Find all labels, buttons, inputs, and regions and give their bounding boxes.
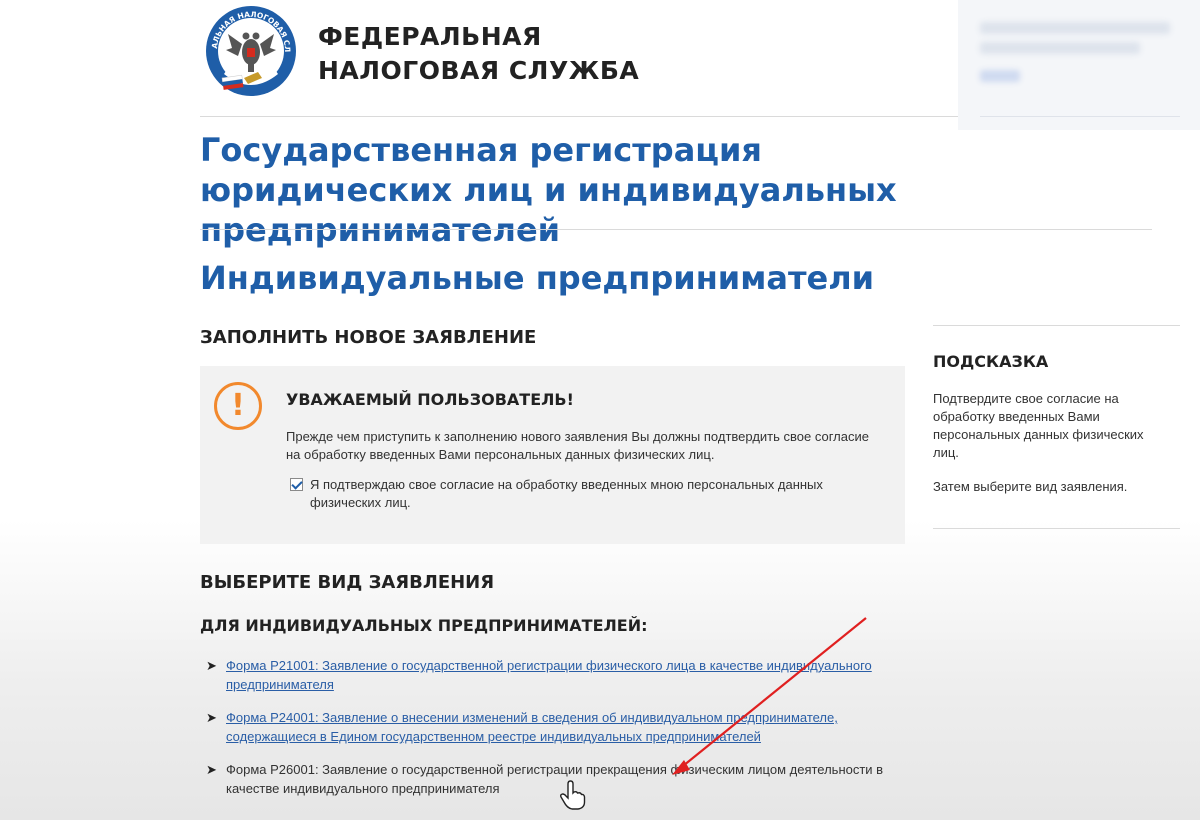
form-p21001-link[interactable]: Форма Р21001: Заявление о государственно… <box>226 658 872 692</box>
form-p26001-link[interactable]: Форма Р26001: Заявление о государственно… <box>226 762 883 796</box>
new-application-heading: ЗАПОЛНИТЬ НОВОЕ ЗАЯВЛЕНИЕ <box>200 327 537 348</box>
org-name-line1: ФЕДЕРАЛЬНАЯ <box>318 22 542 51</box>
list-item: ➤ Форма Р26001: Заявление о государствен… <box>206 760 906 798</box>
hand-pointer-icon <box>560 780 586 810</box>
blurred-side-panel <box>958 0 1200 130</box>
fns-emblem-icon: ФЕДЕРАЛЬНАЯ НАЛОГОВАЯ СЛУЖБА <box>199 0 296 96</box>
hint-panel: ПОДСКАЗКА Подтвердите свое согласие на о… <box>933 325 1180 529</box>
notice-title: УВАЖАЕМЫЙ ПОЛЬЗОВАТЕЛЬ! <box>286 390 574 409</box>
notice-text: Прежде чем приступить к заполнению новог… <box>286 429 869 462</box>
section-title: Индивидуальные предприниматели <box>200 259 875 297</box>
list-item: ➤ Форма Р21001: Заявление о государствен… <box>206 656 906 694</box>
application-form-list: ➤ Форма Р21001: Заявление о государствен… <box>206 656 906 812</box>
hint-title: ПОДСКАЗКА <box>933 352 1049 371</box>
consent-checkbox[interactable] <box>290 478 303 491</box>
hint-text: Подтвердите свое согласие на обработку в… <box>933 391 1144 460</box>
hint-text-next-step: Затем выберите вид заявления. <box>933 479 1128 494</box>
page-title: Государственная регистрация юридических … <box>200 131 897 249</box>
organization-name: ФЕДЕРАЛЬНАЯ НАЛОГОВАЯ СЛУЖБА <box>318 20 639 88</box>
fns-logo[interactable]: ФЕДЕРАЛЬНАЯ НАЛОГОВАЯ СЛУЖБА <box>199 0 298 98</box>
consent-checkbox-row[interactable]: Я подтверждаю свое согласие на обработку… <box>290 476 890 512</box>
header-divider <box>200 116 958 117</box>
choose-application-heading: ВЫБЕРИТЕ ВИД ЗАЯВЛЕНИЯ <box>200 572 495 593</box>
bullet-arrow-icon: ➤ <box>206 658 217 673</box>
consent-label[interactable]: Я подтверждаю свое согласие на обработку… <box>310 476 890 512</box>
form-p24001-link[interactable]: Форма Р24001: Заявление о внесении измен… <box>226 710 838 744</box>
consent-notice: ! УВАЖАЕМЫЙ ПОЛЬЗОВАТЕЛЬ! Прежде чем при… <box>200 366 905 544</box>
bullet-arrow-icon: ➤ <box>206 710 217 725</box>
bullet-arrow-icon: ➤ <box>206 762 217 777</box>
org-name-line2: НАЛОГОВАЯ СЛУЖБА <box>318 56 640 85</box>
individual-entrepreneurs-heading: ДЛЯ ИНДИВИДУАЛЬНЫХ ПРЕДПРИНИМАТЕЛЕЙ: <box>200 616 648 635</box>
exclamation-circle-icon: ! <box>214 382 262 430</box>
list-item: ➤ Форма Р24001: Заявление о внесении изм… <box>206 708 906 746</box>
title-divider <box>200 229 1152 230</box>
